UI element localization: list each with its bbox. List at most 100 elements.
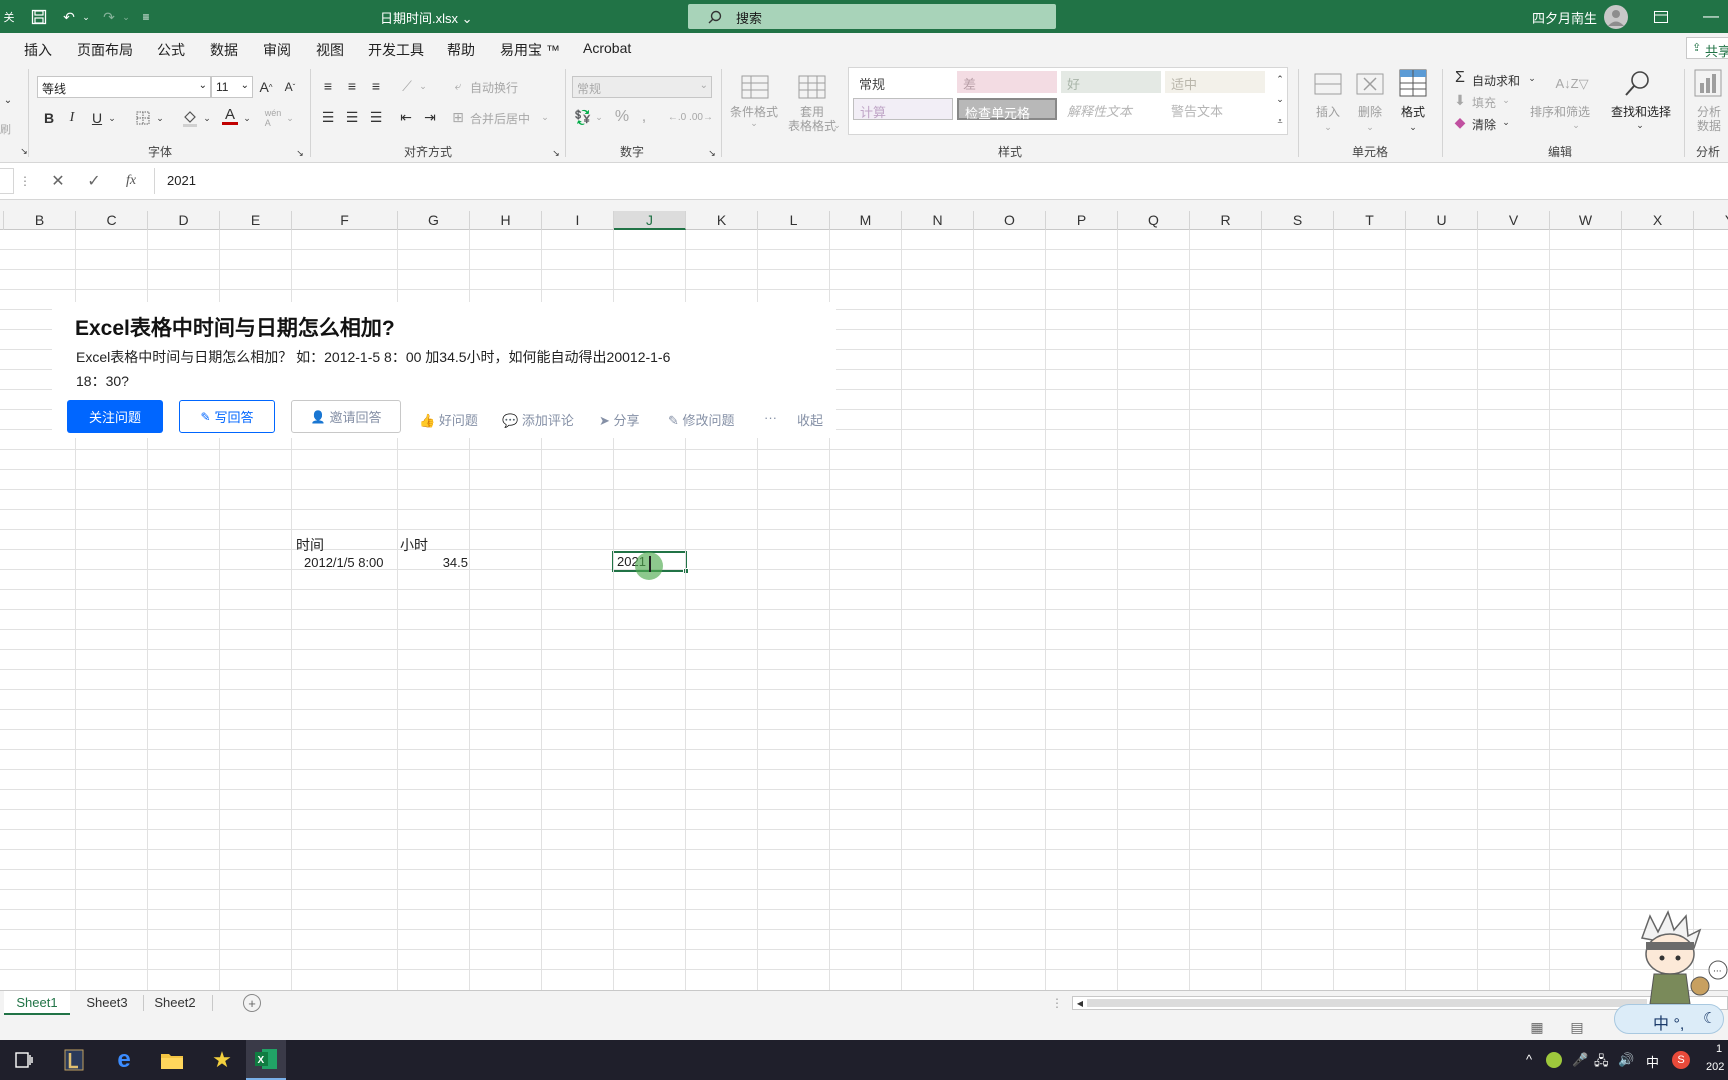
tab-acrobat[interactable]: Acrobat bbox=[583, 40, 631, 56]
follow-question-button[interactable]: 关注问题 bbox=[67, 400, 163, 433]
style-good[interactable]: 好 bbox=[1061, 71, 1161, 93]
font-launcher-icon[interactable]: ↘ bbox=[294, 147, 306, 159]
tray-expand-icon[interactable]: ^ bbox=[1526, 1052, 1532, 1067]
italic-icon[interactable]: I bbox=[63, 107, 81, 129]
increase-indent-icon[interactable]: ⇥ bbox=[420, 107, 440, 127]
sogou-ime-icon[interactable]: S bbox=[1672, 1051, 1690, 1069]
tab-page-layout[interactable]: 页面布局 bbox=[77, 40, 133, 60]
excel-taskbar-item[interactable]: X bbox=[246, 1040, 286, 1080]
good-question-button[interactable]: 👍 好问题 bbox=[419, 410, 478, 429]
merge-center-icon[interactable]: ⊞ bbox=[449, 107, 467, 127]
column-header-f[interactable]: F bbox=[292, 211, 398, 230]
column-header-c[interactable]: C bbox=[76, 211, 148, 230]
merge-center-button[interactable]: 合并后居中 bbox=[470, 110, 530, 127]
column-header-m[interactable]: M bbox=[830, 211, 902, 230]
ribbon-display-options-icon[interactable] bbox=[1650, 6, 1672, 28]
document-title[interactable]: 日期时间.xlsx ⌄ bbox=[380, 8, 473, 27]
column-header-b[interactable]: B bbox=[4, 211, 76, 230]
fill-color-dropdown-icon[interactable]: ⌄ bbox=[202, 107, 212, 129]
find-dropdown-icon[interactable]: ⌄ bbox=[1634, 119, 1646, 131]
column-header-j[interactable]: J bbox=[614, 211, 686, 230]
decrease-indent-icon[interactable]: ⇤ bbox=[396, 107, 416, 127]
comma-style-icon[interactable]: , bbox=[636, 107, 652, 127]
eraser-icon[interactable]: ◆ bbox=[1452, 113, 1468, 131]
more-options-icon[interactable]: ⋮ bbox=[19, 173, 31, 189]
format-as-table-dropdown-icon[interactable]: ⌄ bbox=[832, 119, 842, 131]
cell-f-value[interactable]: 2012/1/5 8:00 bbox=[304, 555, 384, 570]
enter-icon[interactable]: ✓ bbox=[84, 171, 104, 191]
sheet-tab-sheet1[interactable]: Sheet1 bbox=[4, 991, 70, 1015]
more-icon[interactable]: ··· bbox=[764, 410, 777, 425]
underline-dropdown-icon[interactable]: ⌄ bbox=[106, 107, 118, 129]
analyze-data-button[interactable]: 分析 数据 bbox=[1690, 105, 1728, 133]
conditional-format-dropdown-icon[interactable]: ⌄ bbox=[748, 117, 760, 129]
share-question-button[interactable]: ➤ 分享 bbox=[599, 410, 640, 429]
style-warning[interactable]: 警告文本 bbox=[1165, 98, 1265, 120]
column-header-e[interactable]: E bbox=[220, 211, 292, 230]
search-box[interactable]: 搜索 bbox=[688, 4, 1056, 29]
star-app-icon[interactable]: ★ bbox=[208, 1046, 236, 1074]
normal-view-icon[interactable]: ▦ bbox=[1528, 1019, 1546, 1035]
column-header-q[interactable]: Q bbox=[1118, 211, 1190, 230]
align-top-icon[interactable]: ≡ bbox=[318, 76, 338, 96]
bold-icon[interactable]: B bbox=[40, 107, 58, 129]
phonetic-dropdown-icon[interactable]: ⌄ bbox=[285, 107, 295, 129]
merge-dropdown-icon[interactable]: ⌄ bbox=[540, 107, 550, 127]
decrease-font-icon[interactable]: Aˇ bbox=[280, 76, 300, 98]
style-explanatory[interactable]: 解释性文本 bbox=[1061, 98, 1161, 120]
find-select-button[interactable]: 查找和选择 bbox=[1606, 105, 1676, 119]
question-title[interactable]: Excel表格中时间与日期怎么相加? bbox=[75, 312, 395, 342]
phonetic-icon[interactable]: wén A bbox=[262, 107, 284, 129]
autosum-icon[interactable]: Σ bbox=[1452, 69, 1468, 87]
clipboard-dropdown-icon[interactable]: ⌄ bbox=[2, 93, 14, 107]
column-header-k[interactable]: K bbox=[686, 211, 758, 230]
number-format-dropdown[interactable]: 常规 ⌄ bbox=[572, 76, 712, 98]
percent-icon[interactable]: % bbox=[612, 107, 632, 127]
gallery-scroll-down-icon[interactable]: ⌄ bbox=[1274, 90, 1286, 108]
column-header-g[interactable]: G bbox=[398, 211, 470, 230]
style-calculation[interactable]: 计算 bbox=[853, 98, 953, 120]
tab-review[interactable]: 审阅 bbox=[263, 40, 291, 60]
analyze-data-icon[interactable] bbox=[1692, 67, 1724, 99]
align-center-icon[interactable]: ☰ bbox=[342, 107, 362, 127]
microphone-icon[interactable]: 🎤 bbox=[1572, 1052, 1588, 1068]
insert-cells-button[interactable]: 插入 bbox=[1306, 105, 1350, 119]
decrease-decimal-icon[interactable]: .00→ bbox=[689, 107, 713, 127]
gallery-scroll-up-icon[interactable]: ⌃ bbox=[1274, 70, 1286, 88]
orientation-dropdown-icon[interactable]: ⌄ bbox=[418, 76, 428, 96]
write-answer-button[interactable]: ✎ 写回答 bbox=[179, 400, 275, 433]
font-color-dropdown-icon[interactable]: ⌄ bbox=[242, 107, 252, 129]
invite-answer-button[interactable]: 👤 邀请回答 bbox=[291, 400, 401, 433]
sort-dropdown-icon[interactable]: ⌄ bbox=[1570, 119, 1582, 131]
column-header-r[interactable]: R bbox=[1190, 211, 1262, 230]
find-select-icon[interactable] bbox=[1622, 67, 1654, 99]
collapse-button[interactable]: 收起 bbox=[797, 410, 823, 429]
format-as-table-icon[interactable] bbox=[796, 71, 828, 103]
redo-dropdown-icon[interactable]: ⌄ bbox=[120, 6, 132, 28]
column-header-t[interactable]: T bbox=[1334, 211, 1406, 230]
format-cells-icon[interactable] bbox=[1397, 67, 1429, 99]
gallery-more-icon[interactable]: ⩡ bbox=[1274, 112, 1286, 130]
column-header-d[interactable]: D bbox=[148, 211, 220, 230]
style-normal[interactable]: 常规 bbox=[853, 71, 953, 93]
fill-handle[interactable] bbox=[683, 568, 689, 574]
ime-mascot-widget[interactable]: ··· 中 °, ☾ bbox=[1614, 908, 1728, 1038]
column-header-y[interactable]: Y bbox=[1694, 211, 1728, 230]
tray-app-icon[interactable] bbox=[1546, 1052, 1562, 1068]
autosum-button[interactable]: 自动求和 bbox=[1472, 72, 1520, 89]
save-icon[interactable] bbox=[28, 6, 50, 28]
undo-dropdown-icon[interactable]: ⌄ bbox=[80, 6, 92, 28]
column-header-x[interactable]: X bbox=[1622, 211, 1694, 230]
clear-button[interactable]: 清除 bbox=[1472, 116, 1496, 133]
share-button[interactable]: ⇪ 共享 bbox=[1686, 37, 1728, 59]
edit-question-button[interactable]: ✎ 修改问题 bbox=[668, 410, 735, 429]
align-right-icon[interactable]: ☰ bbox=[366, 107, 386, 127]
task-view-icon[interactable] bbox=[10, 1046, 38, 1074]
autosave-toggle[interactable]: 关 bbox=[0, 6, 18, 28]
sheet-tab-sheet2[interactable]: Sheet2 bbox=[144, 991, 206, 1015]
tab-yiyongbao[interactable]: 易用宝 ™ bbox=[500, 40, 560, 60]
format-cells-button[interactable]: 格式 bbox=[1391, 105, 1435, 119]
formula-input[interactable]: 2021 bbox=[154, 168, 1728, 194]
align-bottom-icon[interactable]: ≡ bbox=[366, 76, 386, 96]
name-box[interactable] bbox=[0, 168, 14, 194]
